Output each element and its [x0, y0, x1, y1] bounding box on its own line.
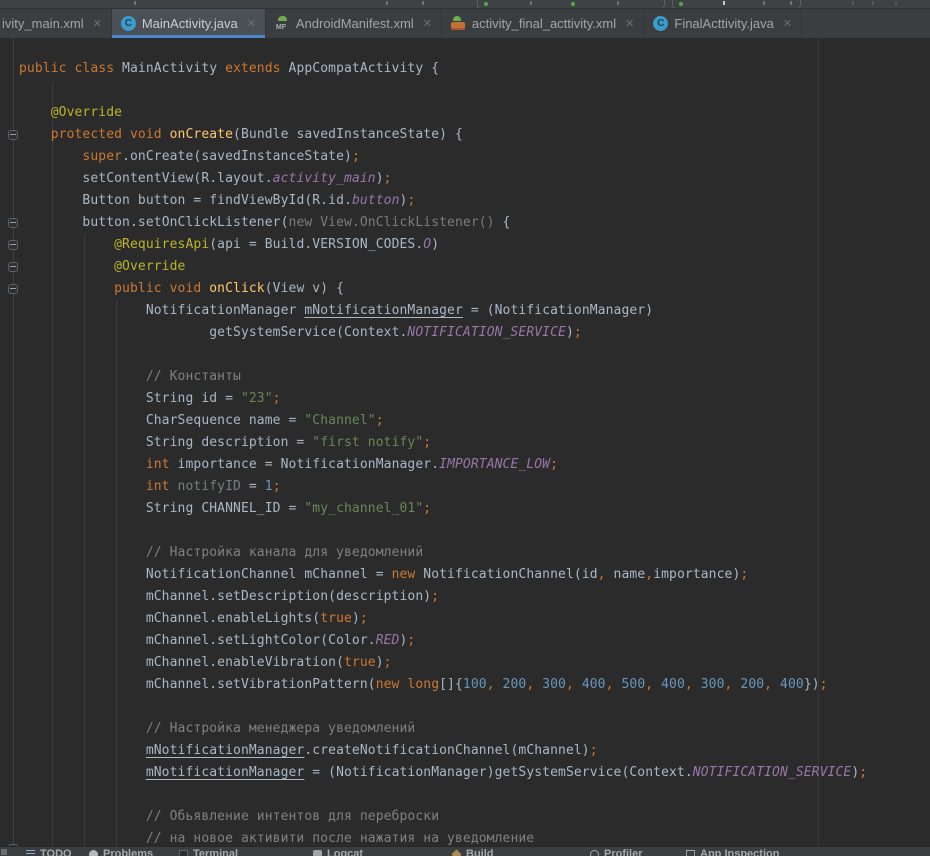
- code-line: mNotificationManager = (NotificationMana…: [19, 762, 867, 784]
- tab-label: FinalActtivity.java: [674, 16, 773, 31]
- editor-tab-bar: ivity_main.xml✕CMainActivity.java✕Androi…: [0, 9, 930, 38]
- code-line: [19, 520, 867, 542]
- run-icon[interactable]: [571, 2, 575, 6]
- fold-marker-icon[interactable]: [8, 262, 18, 272]
- code-line: mChannel.setDescription(description);: [19, 586, 867, 608]
- code-line: NotificationManager mNotificationManager…: [19, 300, 867, 322]
- code-line: [19, 80, 867, 102]
- todo-list-icon: [26, 850, 35, 856]
- code-text: public class MainActivity extends AppCom…: [19, 58, 867, 846]
- android-manifest-icon: [275, 16, 290, 31]
- code-line: int importance = NotificationManager.IMP…: [19, 454, 867, 476]
- code-line: public class MainActivity extends AppCom…: [19, 58, 867, 80]
- profiler-icon: [590, 850, 599, 856]
- code-line: mNotificationManager.createNotificationC…: [19, 740, 867, 762]
- fold-marker-icon[interactable]: [8, 130, 18, 140]
- toolbar-icon-fragment: [790, 1, 792, 5]
- code-line: setContentView(R.layout.activity_main);: [19, 168, 867, 190]
- fold-marker-icon[interactable]: [8, 218, 18, 228]
- java-class-icon: C: [653, 16, 668, 31]
- tab-mainactivity-java[interactable]: C MainActivity.java ✕: [112, 9, 266, 38]
- code-line: Button button = findViewById(R.id.button…: [19, 190, 867, 212]
- code-line: // Настройка канала для уведомлений: [19, 542, 867, 564]
- code-editor[interactable]: public class MainActivity extends AppCom…: [0, 38, 930, 846]
- code-line: String CHANNEL_ID = "my_channel_01";: [19, 498, 867, 520]
- toolbar-icon-fragment: [617, 1, 619, 5]
- close-tab-icon[interactable]: ✕: [783, 17, 792, 30]
- toolbar-icon-fragment: [872, 1, 874, 5]
- code-line: mChannel.setLightColor(Color.RED);: [19, 630, 867, 652]
- layout-xml-icon: [451, 16, 466, 31]
- tab-label: ivity_main.xml: [2, 16, 84, 31]
- toolbar-icon-fragment: [895, 1, 897, 5]
- tab-finalacttivity-java[interactable]: C FinalActtivity.java ✕: [644, 9, 802, 38]
- toolbar-icon-fragment: [852, 1, 854, 5]
- code-line: @Override: [19, 102, 867, 124]
- toolbar-icon-fragment: [386, 1, 388, 5]
- fold-marker-icon[interactable]: [8, 240, 18, 250]
- problems-icon: [89, 850, 98, 856]
- tab-label: activity_final_acttivity.xml: [472, 16, 616, 31]
- code-line: [19, 344, 867, 366]
- code-line: String id = "23";: [19, 388, 867, 410]
- main-toolbar-strip: [0, 0, 930, 9]
- app-inspection-icon: [686, 850, 695, 856]
- close-tab-icon[interactable]: ✕: [423, 17, 432, 30]
- toolbar-icon-fragment: [134, 1, 136, 5]
- run-icon[interactable]: [484, 2, 488, 6]
- tab-activity-final-acttivity-xml[interactable]: activity_final_acttivity.xml ✕: [442, 9, 644, 38]
- close-tab-icon[interactable]: ✕: [625, 17, 634, 30]
- code-line: @Override: [19, 256, 867, 278]
- terminal-icon: [179, 850, 188, 856]
- window-corner-icon: [1, 849, 7, 855]
- code-line: // Обьявление интентов для переброски: [19, 806, 867, 828]
- tab-label: AndroidManifest.xml: [296, 16, 414, 31]
- tab-androidmanifest-xml[interactable]: AndroidManifest.xml ✕: [266, 9, 442, 38]
- code-line: // Настройка менеджера уведомлений: [19, 718, 867, 740]
- code-line: String description = "first notify";: [19, 432, 867, 454]
- toolbar-icon-fragment: [723, 1, 725, 5]
- code-line: @RequiresApi(api = Build.VERSION_CODES.O…: [19, 234, 867, 256]
- gutter-separator: [13, 38, 14, 846]
- code-line: NotificationChannel mChannel = new Notif…: [19, 564, 867, 586]
- code-line: [19, 784, 867, 806]
- toolbar-icon-fragment: [422, 1, 424, 5]
- close-tab-icon[interactable]: ✕: [247, 17, 256, 30]
- code-line: button.setOnClickListener(new View.OnCli…: [19, 212, 867, 234]
- code-line: // на новое активити после нажатия на ув…: [19, 828, 867, 846]
- fold-marker-icon[interactable]: [8, 284, 18, 294]
- code-line: // Константы: [19, 366, 867, 388]
- code-line: [19, 696, 867, 718]
- close-tab-icon[interactable]: ✕: [93, 17, 102, 30]
- toolbar-icon-fragment: [530, 1, 532, 5]
- logcat-icon: [313, 850, 322, 856]
- code-line: public void onClick(View v) {: [19, 278, 867, 300]
- code-line: super.onCreate(savedInstanceState);: [19, 146, 867, 168]
- tab-ivity-main-xml[interactable]: ivity_main.xml ✕: [0, 9, 112, 38]
- device-selector-button-group[interactable]: [672, 0, 801, 9]
- code-line: protected void onCreate(Bundle savedInst…: [19, 124, 867, 146]
- code-line: mChannel.enableLights(true);: [19, 608, 867, 630]
- toolbar-icon-fragment: [763, 1, 765, 5]
- device-online-icon: [679, 2, 683, 6]
- tab-label: MainActivity.java: [142, 16, 238, 31]
- code-line: CharSequence name = "Channel";: [19, 410, 867, 432]
- code-line: mChannel.enableVibration(true);: [19, 652, 867, 674]
- code-line: mChannel.setVibrationPattern(new long[]{…: [19, 674, 867, 696]
- code-line: getSystemService(Context.NOTIFICATION_SE…: [19, 322, 867, 344]
- code-line: int notifyID = 1;: [19, 476, 867, 498]
- java-class-icon: C: [121, 16, 136, 31]
